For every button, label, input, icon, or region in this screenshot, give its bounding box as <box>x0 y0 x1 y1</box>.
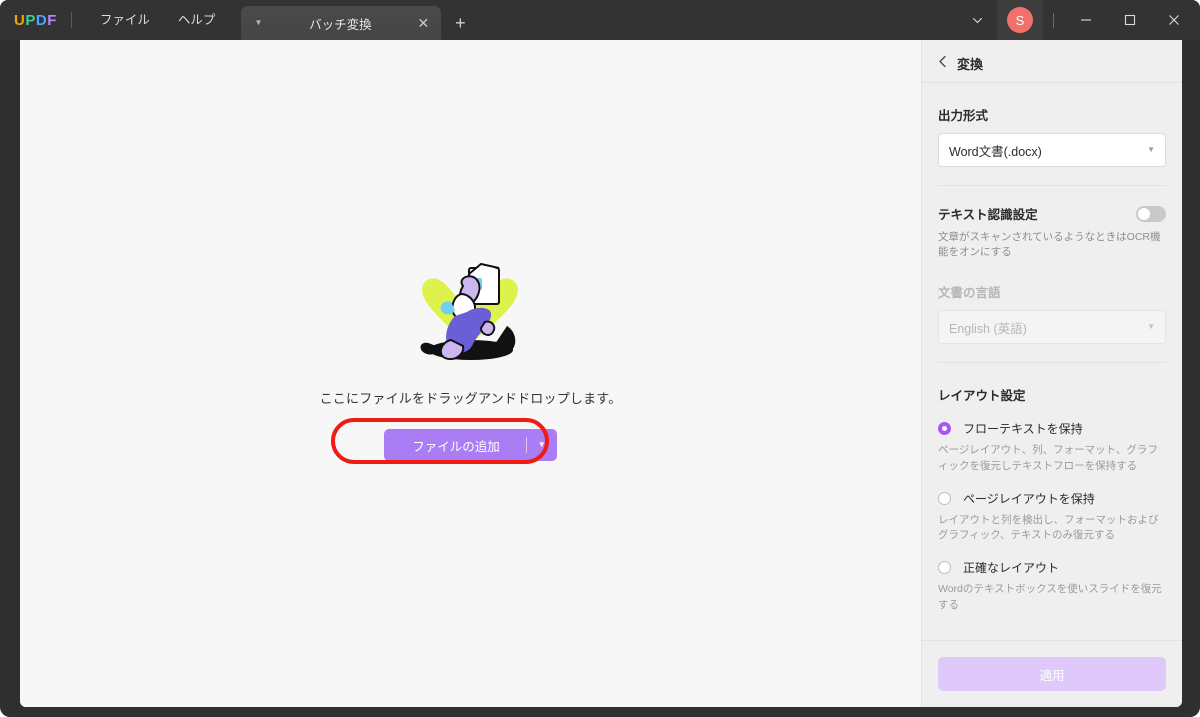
file-drop-area[interactable]: ここにファイルをドラッグアンドドロップします。 ファイルの追加 ▼ <box>20 40 921 707</box>
add-file-button-label: ファイルの追加 <box>412 439 500 454</box>
layout-option-page-layout[interactable]: ページレイアウトを保持 <box>938 490 1166 507</box>
title-bar-right: S <box>957 0 1200 40</box>
tab-dropdown-icon[interactable]: ▼ <box>249 19 267 27</box>
add-file-dropdown-icon[interactable]: ▼ <box>527 441 557 449</box>
layout-option-flow-text-label: フローテキストを保持 <box>963 422 1083 437</box>
tab-batch-convert[interactable]: ▼ バッチ変換 ✕ <box>241 6 442 40</box>
add-file-button[interactable]: ファイルの追加 ▼ <box>384 429 557 461</box>
ocr-description: 文章がスキャンされているようなときはOCR機能をオンにする <box>938 231 1161 259</box>
minimize-button[interactable] <box>1064 0 1108 40</box>
updf-window: U P D F ファイル ヘルプ ▼ バッチ変換 ✕ + S ここにファイルをド… <box>0 0 1200 717</box>
output-format-select[interactable]: Word文書(.docx) ▼ <box>938 133 1166 167</box>
workspace: ここにファイルをドラッグアンドドロップします。 ファイルの追加 ▼ 変換 出力形… <box>20 40 1182 707</box>
radio-flow-text[interactable] <box>938 422 951 436</box>
ocr-label: テキスト認識設定 <box>938 208 1038 222</box>
layout-option-flow-text[interactable]: フローテキストを保持 <box>938 420 1166 437</box>
updf-logo: U P D F <box>14 12 57 29</box>
layout-option-exact-layout-label: 正確なレイアウト <box>963 561 1060 576</box>
output-format-chevron-down-icon: ▼ <box>1147 145 1155 154</box>
tab-strip: ▼ バッチ変換 ✕ + <box>241 0 479 40</box>
person-with-document-illustration <box>420 262 518 360</box>
apply-button[interactable]: 適用 <box>938 657 1166 691</box>
back-chevron-left-icon[interactable] <box>938 55 947 71</box>
logo-divider <box>70 12 72 28</box>
logo-letter-u: U <box>14 11 26 29</box>
title-bar: U P D F ファイル ヘルプ ▼ バッチ変換 ✕ + S <box>0 0 1200 40</box>
account-avatar-button[interactable]: S <box>997 0 1043 40</box>
panel-body: 出力形式 Word文書(.docx) ▼ テキスト認識設定 文章がスキャンされて… <box>922 83 1182 640</box>
layout-option-flow-text-description: ページレイアウト、列、フォーマット、グラフィックを復元しテキストフローを保持する <box>938 444 1158 472</box>
document-language-select[interactable]: English (英語) ▼ <box>938 310 1166 345</box>
radio-exact-layout[interactable] <box>938 561 951 575</box>
divider-2 <box>938 362 1166 364</box>
layout-option-exact-layout[interactable]: 正確なレイアウト <box>938 559 1166 576</box>
menu-help[interactable]: ヘルプ <box>164 0 230 40</box>
avatar: S <box>1007 7 1033 33</box>
maximize-button[interactable] <box>1108 0 1152 40</box>
logo-letter-d: D <box>35 11 48 29</box>
panel-footer: 適用 <box>922 640 1182 707</box>
document-language-label: 文書の言語 <box>938 286 1001 301</box>
add-file-row: ファイルの追加 ▼ <box>331 418 557 464</box>
document-language-value: English (英語) <box>949 321 1027 336</box>
output-format-label: 出力形式 <box>938 109 989 123</box>
document-language-chevron-down-icon: ▼ <box>1147 322 1155 332</box>
overflow-chevron-down-icon[interactable] <box>957 0 997 40</box>
ocr-toggle[interactable] <box>1136 205 1166 222</box>
drop-area-content: ここにファイルをドラッグアンドドロップします。 ファイルの追加 ▼ <box>319 256 622 464</box>
titlebar-separator <box>1053 12 1054 28</box>
ocr-header-row: テキスト認識設定 <box>938 204 1166 223</box>
layout-option-page-layout-label: ページレイアウトを保持 <box>963 491 1095 506</box>
output-format-value: Word文書(.docx) <box>949 144 1042 159</box>
tab-close-icon[interactable]: ✕ <box>413 16 433 30</box>
menu-file[interactable]: ファイル <box>86 0 164 40</box>
panel-header: 変換 <box>922 44 1182 83</box>
drop-area-text: ここにファイルをドラッグアンドドロップします。 <box>319 391 622 406</box>
convert-settings-panel: 変換 出力形式 Word文書(.docx) ▼ テキスト認識設定 文章がスキャン… <box>921 40 1182 707</box>
new-tab-button[interactable]: + <box>441 6 479 40</box>
tab-title: バッチ変換 <box>309 17 372 32</box>
title-bar-left: U P D F ファイル ヘルプ <box>0 0 229 40</box>
ocr-toggle-knob <box>1138 207 1150 220</box>
layout-option-exact-layout-description: Wordのテキストボックスを使いスライドを復元する <box>938 583 1162 611</box>
logo-letter-f: F <box>47 11 57 29</box>
divider-1 <box>938 185 1166 186</box>
layout-settings-label: レイアウト設定 <box>938 389 1026 404</box>
panel-title: 変換 <box>957 56 984 72</box>
logo-letter-p: P <box>25 11 36 29</box>
layout-option-page-layout-description: レイアウトと列を検出し、フォーマットおよびグラフィック、テキストのみ復元する <box>938 513 1159 542</box>
close-button[interactable] <box>1152 0 1196 40</box>
radio-page-layout[interactable] <box>938 491 951 505</box>
